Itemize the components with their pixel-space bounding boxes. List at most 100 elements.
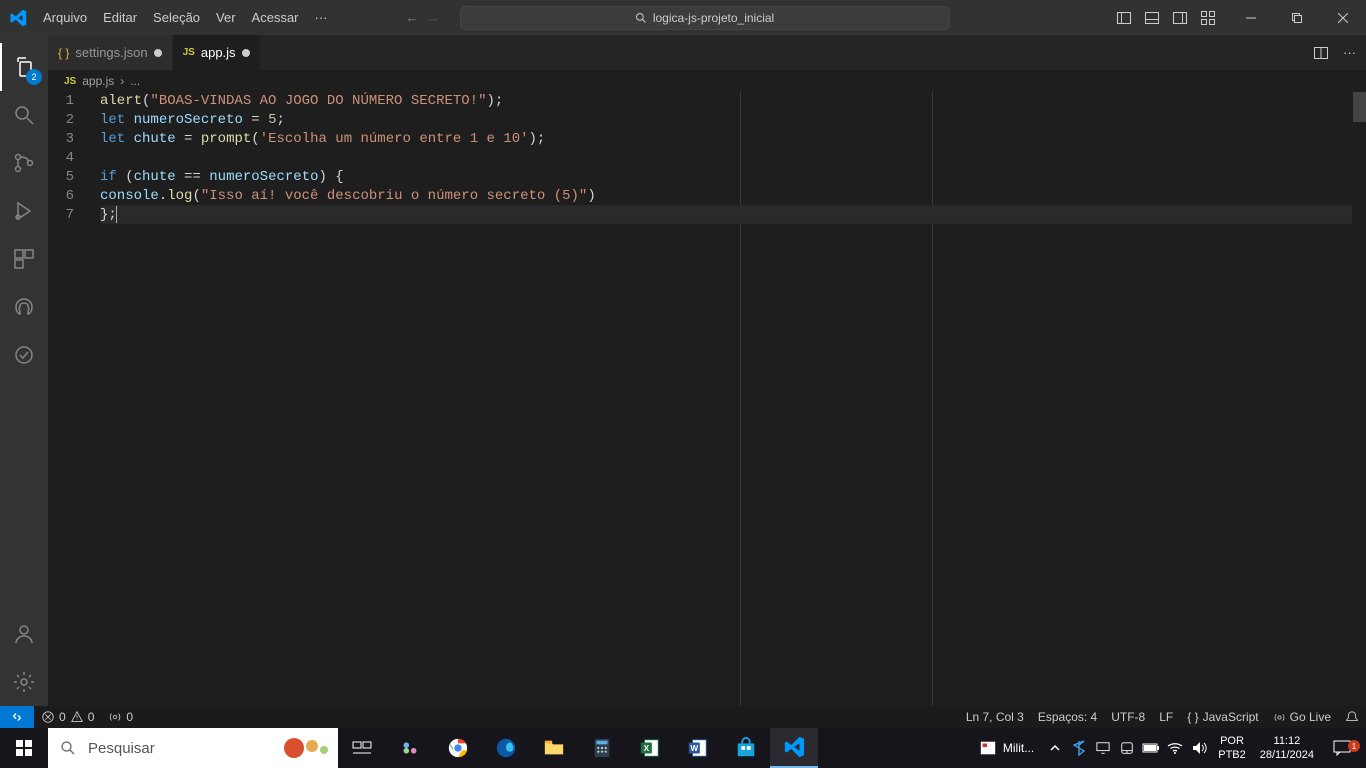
language-indicator[interactable]: POR PTB2: [1212, 734, 1252, 762]
activity-source-control[interactable]: [0, 139, 48, 187]
svg-text:W: W: [690, 744, 698, 753]
notif-badge: 1: [1348, 740, 1360, 752]
tab-settings-json[interactable]: { } settings.json: [48, 35, 173, 70]
activity-testing[interactable]: [0, 331, 48, 379]
activity-extensions[interactable]: [0, 235, 48, 283]
status-ports[interactable]: 0: [101, 710, 140, 724]
menu-acessar[interactable]: Acessar: [244, 4, 307, 31]
remote-button[interactable]: [0, 706, 34, 728]
layout-customize-icon[interactable]: [1200, 10, 1216, 26]
chrome-icon[interactable]: [434, 728, 482, 768]
activity-search[interactable]: [0, 91, 48, 139]
dirty-indicator-icon: [154, 49, 162, 57]
wifi-icon[interactable]: [1164, 728, 1186, 768]
command-center[interactable]: logica-js-projeto_inicial: [460, 6, 950, 30]
menu-arquivo[interactable]: Arquivo: [35, 4, 95, 31]
search-icon: [635, 12, 647, 24]
split-editor-icon[interactable]: [1313, 45, 1329, 61]
search-icon: [60, 740, 76, 756]
js-icon: JS: [183, 47, 195, 58]
dirty-indicator-icon: [242, 49, 250, 57]
status-cursor[interactable]: Ln 7, Col 3: [959, 710, 1031, 724]
activity-github[interactable]: [0, 283, 48, 331]
maximize-button[interactable]: [1274, 0, 1320, 35]
menu-editar[interactable]: Editar: [95, 4, 145, 31]
breadcrumb-file: app.js: [82, 74, 114, 88]
menu-ver[interactable]: Ver: [208, 4, 244, 31]
monitor-icon[interactable]: [1092, 728, 1114, 768]
calculator-icon[interactable]: [578, 728, 626, 768]
status-language[interactable]: { } JavaScript: [1180, 710, 1265, 724]
activity-bar: 2: [0, 35, 48, 706]
volume-icon[interactable]: [1188, 728, 1210, 768]
js-icon: JS: [64, 76, 76, 87]
activity-settings[interactable]: [0, 658, 48, 706]
minimap[interactable]: [1352, 92, 1366, 706]
tab-label: app.js: [201, 45, 236, 60]
editor-tabs: { } settings.json JS app.js ···: [48, 35, 1366, 70]
titlebar: Arquivo Editar Seleção Ver Acessar ··· ←…: [0, 0, 1366, 35]
minimize-button[interactable]: [1228, 0, 1274, 35]
status-encoding[interactable]: UTF-8: [1104, 710, 1152, 724]
activity-run-debug[interactable]: [0, 187, 48, 235]
code-content[interactable]: alert("BOAS-VINDAS AO JOGO DO NÚMERO SEC…: [100, 92, 1366, 706]
layout-sidebar-right-icon[interactable]: [1172, 10, 1188, 26]
activity-account[interactable]: [0, 610, 48, 658]
vscode-logo: [0, 0, 35, 35]
status-bar: 0 0 0 Ln 7, Col 3 Espaços: 4 UTF-8 LF { …: [0, 706, 1366, 728]
broadcast-icon: [1273, 711, 1286, 724]
status-golive[interactable]: Go Live: [1266, 710, 1338, 724]
action-center-icon[interactable]: 1: [1322, 740, 1362, 756]
status-eol[interactable]: LF: [1152, 710, 1180, 724]
store-icon[interactable]: [722, 728, 770, 768]
bell-icon: [1345, 710, 1359, 724]
close-button[interactable]: [1320, 0, 1366, 35]
breadcrumb[interactable]: JS app.js › ...: [48, 70, 1366, 92]
tab-app-js[interactable]: JS app.js: [173, 35, 261, 70]
warning-icon: [70, 710, 84, 724]
battery-icon[interactable]: [1140, 728, 1162, 768]
tray-chevron-icon[interactable]: [1044, 728, 1066, 768]
nav-arrows: ← →: [406, 10, 440, 25]
activity-explorer[interactable]: 2: [0, 43, 48, 91]
bluetooth-icon[interactable]: [1068, 728, 1090, 768]
command-center-label: logica-js-projeto_inicial: [653, 11, 774, 25]
status-problems[interactable]: 0 0: [34, 710, 101, 724]
tab-label: settings.json: [75, 45, 147, 60]
error-icon: [41, 710, 55, 724]
taskbar-search[interactable]: Pesquisar: [48, 728, 338, 768]
nav-back-icon[interactable]: ←: [406, 10, 419, 25]
taskbar-tray: Milit... POR PTB2 11:12 28/11/2024 1: [971, 728, 1366, 768]
edge-icon[interactable]: [482, 728, 530, 768]
status-notifications[interactable]: [1338, 710, 1366, 724]
nav-forward-icon[interactable]: →: [427, 10, 440, 25]
tab-actions: ···: [1303, 35, 1366, 70]
touchpad-icon[interactable]: [1116, 728, 1138, 768]
task-view-icon[interactable]: [338, 728, 386, 768]
vscode-taskbar-icon[interactable]: [770, 728, 818, 768]
taskbar-pinned: X W: [338, 728, 818, 768]
clock[interactable]: 11:12 28/11/2024: [1254, 734, 1320, 762]
breadcrumb-sep: ›: [120, 74, 124, 88]
file-explorer-icon[interactable]: [530, 728, 578, 768]
menu-selecao[interactable]: Seleção: [145, 4, 208, 31]
menu-overflow[interactable]: ···: [307, 4, 336, 31]
more-actions-icon[interactable]: ···: [1343, 45, 1356, 60]
word-icon[interactable]: W: [674, 728, 722, 768]
news-widget[interactable]: Milit...: [971, 739, 1042, 757]
line-gutter: 1234567: [48, 92, 100, 706]
braces-icon: { }: [1187, 710, 1198, 724]
status-spaces[interactable]: Espaços: 4: [1031, 710, 1104, 724]
window-controls: [1228, 0, 1366, 35]
start-button[interactable]: [0, 728, 48, 768]
copilot-icon[interactable]: [386, 728, 434, 768]
antenna-icon: [108, 710, 122, 724]
excel-icon[interactable]: X: [626, 728, 674, 768]
search-highlight-icon: [282, 734, 334, 760]
code-editor[interactable]: 1234567 alert("BOAS-VINDAS AO JOGO DO NÚ…: [48, 92, 1366, 706]
editor-group: { } settings.json JS app.js ··· JS app.j…: [48, 35, 1366, 706]
layout-icons: [1104, 10, 1228, 26]
explorer-badge: 2: [26, 69, 42, 85]
layout-panel-icon[interactable]: [1144, 10, 1160, 26]
layout-sidebar-left-icon[interactable]: [1116, 10, 1132, 26]
